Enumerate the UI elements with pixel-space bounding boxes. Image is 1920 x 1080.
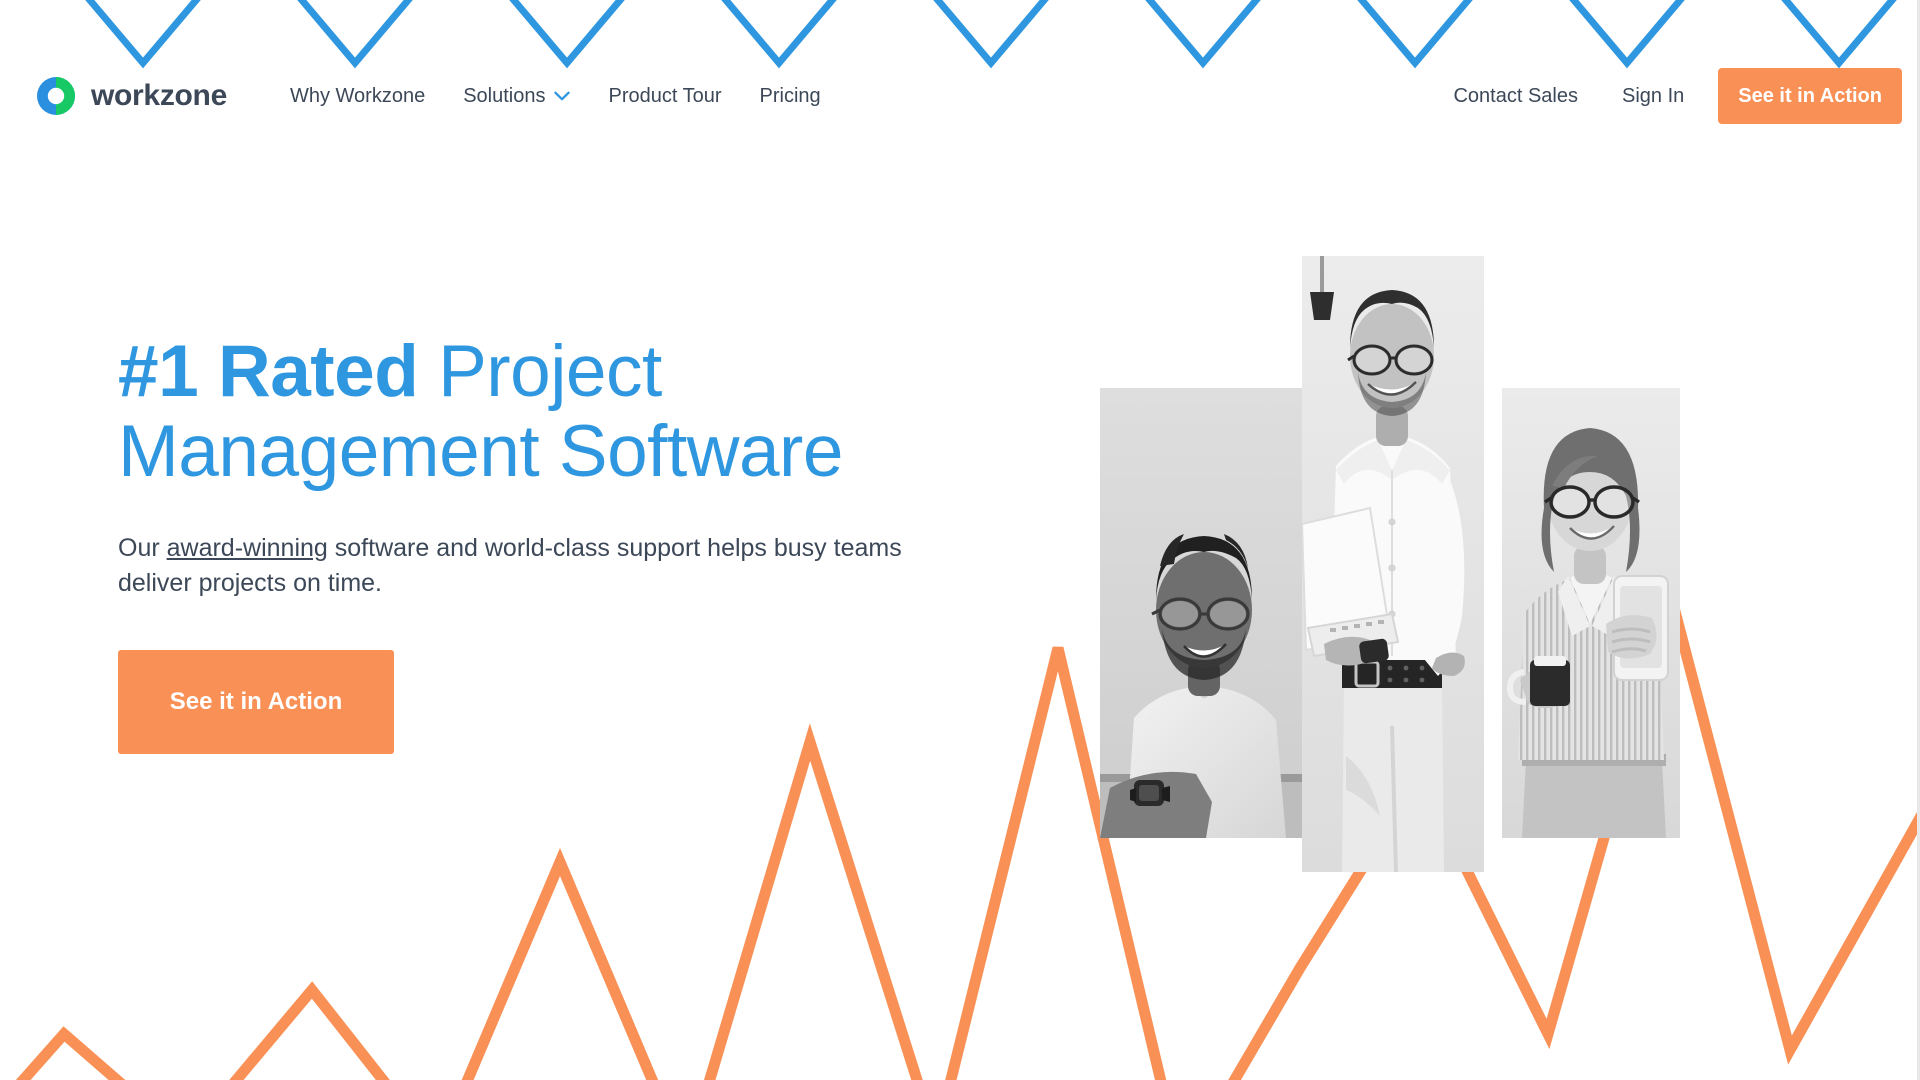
primary-navigation: Why Workzone Solutions Product Tour Pric…: [271, 78, 840, 114]
hero-copy: #1 Rated Project Management Software Our…: [118, 331, 998, 754]
nav-item-label: Sign In: [1622, 85, 1685, 107]
hero-subtitle: Our award-winning software and world-cla…: [118, 531, 968, 602]
nav-item-label: Contact Sales: [1453, 85, 1578, 107]
secondary-navigation: Contact Sales Sign In See it in Action: [1431, 68, 1920, 124]
hero-photo-woman-with-phone: [1502, 388, 1680, 838]
hero-title: #1 Rated Project Management Software: [118, 331, 998, 493]
hero-see-it-in-action-button[interactable]: See it in Action: [118, 649, 394, 754]
nav-item-why-workzone[interactable]: Why Workzone: [271, 78, 444, 114]
hero-title-strong: #1 Rated: [118, 331, 419, 412]
site-header: workzone Why Workzone Solutions Product …: [0, 60, 1920, 132]
nav-item-contact-sales[interactable]: Contact Sales: [1431, 78, 1600, 114]
hero-subtitle-before: Our: [118, 533, 167, 562]
page-root: workzone Why Workzone Solutions Product …: [0, 0, 1920, 1080]
hero-photo-collage: [1100, 256, 1700, 996]
hero-section: #1 Rated Project Management Software Our…: [0, 132, 1920, 1080]
hero-photo-man-at-laptop: [1100, 388, 1308, 838]
workzone-ring-logo-icon: [37, 77, 75, 115]
award-winning-link[interactable]: award-winning: [167, 534, 328, 562]
nav-item-solutions[interactable]: Solutions: [444, 78, 589, 114]
hero-photo-man-with-laptop: [1302, 256, 1484, 872]
nav-item-label: Solutions: [463, 85, 546, 107]
header-see-it-in-action-button[interactable]: See it in Action: [1718, 68, 1902, 124]
brand-logo-link[interactable]: workzone: [34, 74, 227, 118]
nav-item-label: Product Tour: [608, 85, 722, 107]
chevron-down-icon: [554, 91, 571, 101]
nav-item-product-tour[interactable]: Product Tour: [589, 78, 740, 114]
brand-name: workzone: [91, 79, 227, 112]
nav-item-label: Pricing: [759, 85, 821, 107]
nav-item-pricing[interactable]: Pricing: [741, 78, 840, 114]
nav-item-sign-in[interactable]: Sign In: [1600, 78, 1706, 114]
nav-item-label: Why Workzone: [289, 85, 426, 107]
